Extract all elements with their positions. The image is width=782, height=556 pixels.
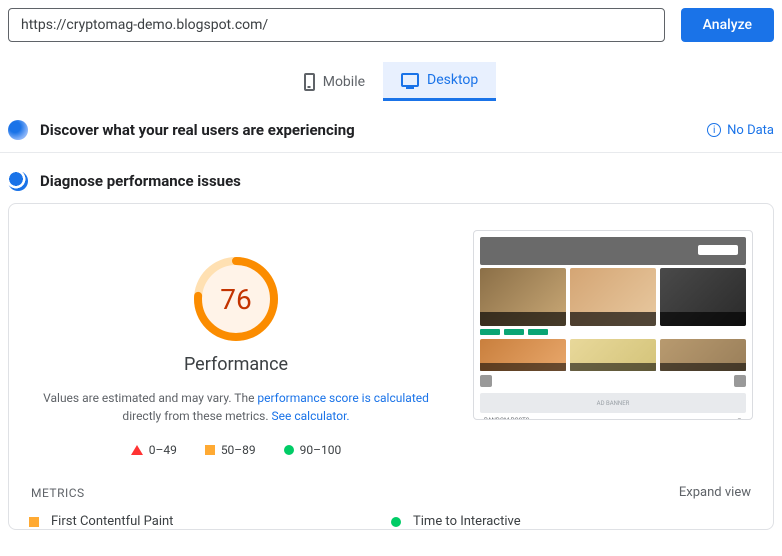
page-screenshot: AD BANNER RANDOM POSTS◉ — [473, 230, 753, 420]
pass-icon — [284, 445, 294, 455]
diagnose-section: Diagnose performance issues — [0, 153, 782, 203]
report-card: 76 Performance Values are estimated and … — [8, 203, 774, 530]
discover-section: Discover what your real users are experi… — [0, 102, 782, 153]
tab-desktop[interactable]: Desktop — [383, 62, 496, 101]
discover-title: Discover what your real users are experi… — [40, 121, 707, 139]
mobile-icon — [304, 73, 315, 91]
no-data-link[interactable]: No Data — [727, 123, 774, 138]
metrics-grid: First Contentful Paint Time to Interacti… — [29, 514, 753, 529]
diagnose-icon — [8, 171, 28, 191]
tab-mobile[interactable]: Mobile — [286, 62, 383, 101]
gauge-label: Performance — [29, 354, 443, 375]
desktop-icon — [401, 73, 419, 87]
score-legend: 0–49 50–89 90–100 — [29, 443, 443, 457]
perf-score-link[interactable]: performance score is calculated — [257, 391, 428, 405]
url-input[interactable] — [8, 8, 665, 42]
info-icon[interactable]: i — [707, 123, 721, 137]
gauge-score: 76 — [191, 254, 281, 344]
discover-icon — [8, 120, 28, 140]
diagnose-title: Diagnose performance issues — [40, 172, 774, 190]
average-icon — [29, 517, 39, 527]
metric-name: Time to Interactive — [413, 514, 521, 529]
calculator-link[interactable]: See calculator. — [272, 409, 350, 423]
analyze-button[interactable]: Analyze — [681, 8, 774, 42]
metric-name: First Contentful Paint — [51, 514, 173, 529]
expand-view-toggle[interactable]: Expand view — [679, 485, 751, 500]
tab-mobile-label: Mobile — [323, 74, 365, 90]
device-tabs: Mobile Desktop — [0, 62, 782, 102]
tab-desktop-label: Desktop — [427, 72, 478, 88]
average-icon — [205, 445, 215, 455]
pass-icon — [391, 517, 401, 527]
fail-icon — [131, 445, 143, 455]
metrics-header: METRICS — [31, 486, 85, 500]
performance-gauge: 76 — [191, 254, 281, 344]
score-description: Values are estimated and may vary. The p… — [29, 389, 443, 425]
